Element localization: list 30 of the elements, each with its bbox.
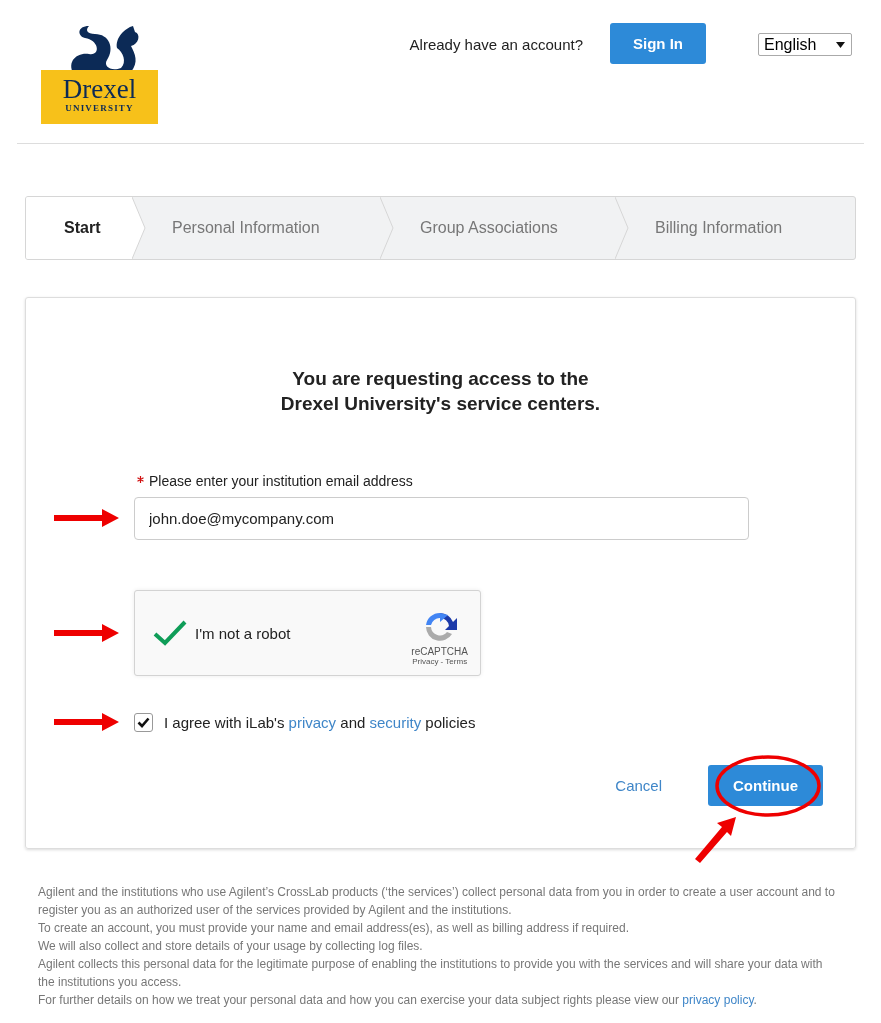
privacy-notice: To create an account, you must provide your name and email address(es), as well as billing address if required.: [38, 920, 630, 937]
check-icon: [153, 620, 187, 646]
sign-in-button[interactable]: Sign In: [610, 23, 706, 64]
continue-button[interactable]: Continue: [708, 765, 823, 806]
form-heading: You are requesting access to the Drexel University's service centers.: [279, 367, 602, 416]
privacy-policy-link[interactable]: privacy policy: [682, 993, 754, 1007]
policy-link[interactable]: security: [369, 713, 422, 731]
agree-checkbox[interactable]: [134, 712, 153, 732]
policy-link[interactable]: privacy: [288, 713, 337, 731]
captcha-label: I'm not a robot: [195, 624, 292, 642]
logo-subtitle: UNIVERSITY: [65, 103, 134, 113]
privacy-notice: For further details on how we treat your personal data and how you can exercise your data subject rights please view our privacy policy.: [38, 992, 758, 1009]
privacy-notice: Agilent and the institutions who use Agilent’s CrossLab products (‘the services’) collect personal data from you in order to create a user account and to register you as an authorized user of the services provided by Agilent and the institutions.: [38, 884, 836, 919]
caret-icon: [836, 41, 845, 48]
email-field[interactable]: john.doe@mycompany.com: [134, 497, 749, 540]
field-label: Please enter your institution email address: [149, 473, 413, 489]
privacy-notice: Agilent collects this personal data for the legitimate purpose of enabling the institutions to provide you with the services and will share your data with the institutions you access.: [38, 956, 824, 991]
account-prompt: Already have an account?: [409, 36, 583, 53]
language-select[interactable]: English: [758, 33, 852, 56]
wizard-step[interactable]: Group Associations: [394, 197, 615, 259]
agree-text: I agree with iLab's privacy and security policies: [164, 713, 476, 731]
recaptcha-label: reCAPTCHA: [411, 646, 468, 657]
annotation-arrow: [692, 815, 738, 865]
wizard-step[interactable]: Personal Information: [146, 197, 380, 259]
cancel-link[interactable]: Cancel: [615, 777, 662, 794]
wizard-step[interactable]: Billing Information: [629, 197, 855, 259]
recaptcha-links[interactable]: Privacy - Terms: [412, 657, 468, 666]
logo-wordmark: Drexel: [62, 76, 137, 103]
checkmark-icon: [137, 716, 150, 728]
privacy-notice: We will also collect and store details of your usage by collecting log files.: [38, 938, 424, 955]
